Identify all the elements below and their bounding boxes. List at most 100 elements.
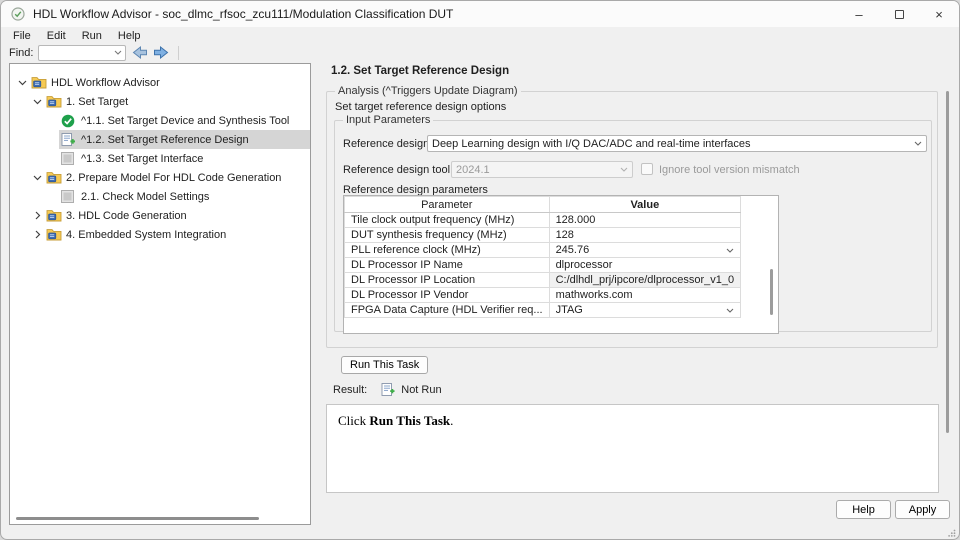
- task-title: 1.2. Set Target Reference Design: [331, 65, 509, 77]
- menu-item-help[interactable]: Help: [110, 29, 149, 43]
- table-row-dl-processor-ip-location: DL Processor IP Location C:/dlhdl_prj/ipc…: [345, 273, 741, 288]
- tree-item-body[interactable]: 1. Set Target: [44, 92, 310, 111]
- parameter-cell: DL Processor IP Name: [345, 258, 550, 273]
- tree-item-body[interactable]: HDL Workflow Advisor: [29, 73, 310, 92]
- tree-item-1-3-set-target-interface[interactable]: ^1.3. Set Target Interface: [10, 149, 310, 168]
- not-run-icon: [381, 383, 395, 397]
- value-cell[interactable]: dlprocessor: [549, 258, 741, 273]
- table-row-dl-processor-ip-name: DL Processor IP Name dlprocessor: [345, 258, 741, 273]
- apply-button[interactable]: Apply: [895, 500, 950, 519]
- tree-item-3-hdl-code-generation[interactable]: 3. HDL Code Generation: [10, 206, 310, 225]
- tree-item-1-set-target[interactable]: 1. Set Target: [10, 92, 310, 111]
- content-vertical-scrollbar[interactable]: [946, 91, 949, 433]
- tree-item-body[interactable]: 2. Prepare Model For HDL Code Generation: [44, 168, 310, 187]
- tree-item-body[interactable]: ^1.2. Set Target Reference Design: [59, 130, 310, 149]
- chevron-down-icon[interactable]: [726, 304, 734, 316]
- tree-item-body[interactable]: 4. Embedded System Integration: [44, 225, 310, 244]
- tree-expander[interactable]: [31, 211, 44, 220]
- tool-version-select[interactable]: 2024.1: [451, 161, 633, 178]
- titlebar[interactable]: HDL Workflow Advisor - soc_dlmc_rfsoc_zc…: [1, 1, 959, 27]
- close-button[interactable]: ×: [919, 1, 959, 27]
- value-cell[interactable]: mathworks.com: [549, 288, 741, 303]
- tree-item-label: ^1.2. Set Target Reference Design: [79, 134, 249, 146]
- value-text: 128.000: [556, 214, 735, 226]
- find-input[interactable]: [38, 45, 126, 61]
- parameter-cell: DL Processor IP Location: [345, 273, 550, 288]
- analysis-groupbox: Analysis (^Triggers Update Diagram) Set …: [326, 91, 938, 348]
- parameter-cell: FPGA Data Capture (HDL Verifier req...: [345, 303, 550, 318]
- run-this-task-button[interactable]: Run This Task: [341, 356, 428, 374]
- value-cell[interactable]: 128: [549, 228, 741, 243]
- value-text: 128: [556, 229, 735, 241]
- menu-item-file[interactable]: File: [5, 29, 39, 43]
- value-cell[interactable]: 245.76: [549, 243, 741, 258]
- table-vertical-scrollbar[interactable]: [770, 269, 773, 315]
- blank-icon: [61, 152, 79, 165]
- value-text: C:/dlhdl_prj/ipcore/dlprocessor_v1_0: [556, 274, 735, 286]
- table-row-fpga-data-capture-hdl-verifier-req: FPGA Data Capture (HDL Verifier req... JT…: [345, 303, 741, 318]
- tree-item-label: 4. Embedded System Integration: [64, 229, 226, 241]
- find-next-button[interactable]: [153, 46, 170, 59]
- table-row-pll-reference-clock-mhz: PLL reference clock (MHz) 245.76: [345, 243, 741, 258]
- arrow-left-icon: [131, 46, 148, 59]
- tree-item-body[interactable]: ^1.1. Set Target Device and Synthesis To…: [59, 111, 310, 130]
- parameter-cell: PLL reference clock (MHz): [345, 243, 550, 258]
- value-cell[interactable]: 128.000: [549, 213, 741, 228]
- tree-item-label: 2.1. Check Model Settings: [79, 191, 209, 203]
- parameter-cell: DL Processor IP Vendor: [345, 288, 550, 303]
- tree-item-label: ^1.1. Set Target Device and Synthesis To…: [79, 115, 289, 127]
- chevron-down-icon[interactable]: [726, 244, 734, 256]
- result-row: Result: Not Run: [333, 383, 442, 397]
- input-parameters-groupbox: Input Parameters Reference design: Deep …: [334, 120, 932, 332]
- find-label: Find:: [9, 47, 33, 59]
- tree-horizontal-scrollbar[interactable]: [12, 514, 308, 523]
- value-text: 245.76: [556, 244, 727, 256]
- window-controls: – ×: [839, 1, 959, 27]
- tree-item-1-1-set-target-device-and-synthesis-tool[interactable]: ^1.1. Set Target Device and Synthesis To…: [10, 111, 310, 130]
- tree-expander[interactable]: [31, 175, 44, 181]
- find-previous-button[interactable]: [131, 46, 148, 59]
- chevron-down-icon: [18, 80, 27, 86]
- tree-item-label: ^1.3. Set Target Interface: [79, 153, 203, 165]
- table-row-dl-processor-ip-vendor: DL Processor IP Vendormathworks.com: [345, 288, 741, 303]
- tree-expander[interactable]: [31, 99, 44, 105]
- value-cell[interactable]: C:/dlhdl_prj/ipcore/dlprocessor_v1_0: [549, 273, 741, 288]
- maximize-icon: [895, 10, 904, 19]
- scrollbar-thumb[interactable]: [16, 517, 259, 520]
- menu-item-edit[interactable]: Edit: [39, 29, 74, 43]
- tree-item-label: 2. Prepare Model For HDL Code Generation: [64, 172, 281, 184]
- help-button[interactable]: Help: [836, 500, 891, 519]
- hdl-workflow-advisor-window: HDL Workflow Advisor - soc_dlmc_rfsoc_zc…: [0, 0, 960, 540]
- minimize-button[interactable]: –: [839, 1, 879, 27]
- column-header-parameter: Parameter: [345, 197, 550, 213]
- tree-expander[interactable]: [16, 80, 29, 86]
- folder-icon: [46, 95, 64, 108]
- reference-design-select[interactable]: Deep Learning design with I/Q DAC/ADC an…: [427, 135, 927, 152]
- tree-item-body[interactable]: 2.1. Check Model Settings: [59, 187, 310, 206]
- result-message-suffix: .: [450, 413, 453, 428]
- maximize-button[interactable]: [879, 1, 919, 27]
- tree-expander[interactable]: [31, 230, 44, 239]
- resize-grip[interactable]: [948, 529, 956, 537]
- tree-item-2-prepare-model-for-hdl-code-generation[interactable]: 2. Prepare Model For HDL Code Generation: [10, 168, 310, 187]
- parameter-cell: DUT synthesis frequency (MHz): [345, 228, 550, 243]
- tree-item-4-embedded-system-integration[interactable]: 4. Embedded System Integration: [10, 225, 310, 244]
- tree-item-hdl-workflow-advisor[interactable]: HDL Workflow Advisor: [10, 73, 310, 92]
- result-message-prefix: Click: [338, 413, 369, 428]
- reference-design-parameters-table: Parameter Value Tile clock output freque…: [343, 195, 779, 334]
- reference-design-value: Deep Learning design with I/Q DAC/ADC an…: [432, 138, 914, 150]
- tree-item-body[interactable]: 3. HDL Code Generation: [44, 206, 310, 225]
- value-text: dlprocessor: [556, 259, 735, 271]
- chevron-right-icon: [35, 230, 41, 239]
- tree-item-body[interactable]: ^1.3. Set Target Interface: [59, 149, 310, 168]
- tree-item-1-2-set-target-reference-design[interactable]: ^1.2. Set Target Reference Design: [10, 130, 310, 149]
- folder-icon: [46, 171, 64, 184]
- ignore-mismatch-checkbox[interactable]: [641, 163, 653, 175]
- tree-item-label: HDL Workflow Advisor: [49, 77, 160, 89]
- menu-item-run[interactable]: Run: [74, 29, 110, 43]
- chevron-down-icon: [33, 175, 42, 181]
- tree-item-2-1-check-model-settings[interactable]: 2.1. Check Model Settings: [10, 187, 310, 206]
- value-text: JTAG: [556, 304, 727, 316]
- value-cell[interactable]: JTAG: [549, 303, 741, 318]
- statusbar: [1, 531, 959, 539]
